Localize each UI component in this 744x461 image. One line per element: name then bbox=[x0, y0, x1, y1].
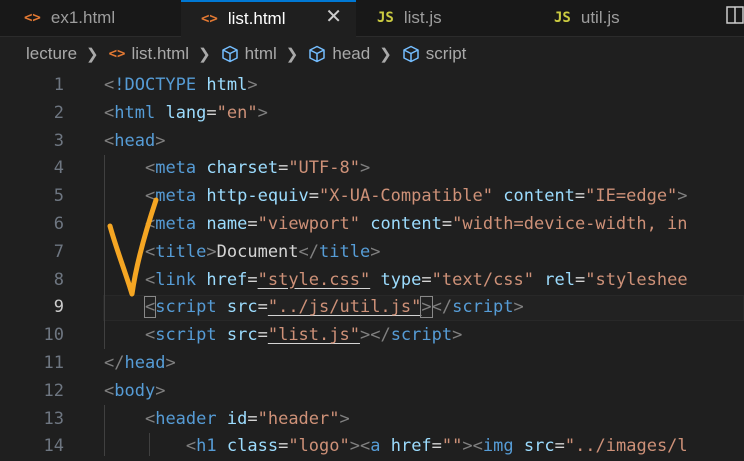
chevron-right-icon: ❯ bbox=[379, 46, 392, 63]
tab-util-js[interactable]: JS util.js bbox=[538, 0, 708, 36]
code-line-5[interactable]: <meta http-equiv="X-UA-Compatible" conte… bbox=[104, 183, 688, 211]
breadcrumb-folder[interactable]: lecture bbox=[26, 44, 77, 64]
code-line-14[interactable]: <h1 class="logo"><a href=""><img src="..… bbox=[104, 433, 688, 461]
breadcrumb-symbol-head[interactable]: head bbox=[332, 44, 370, 64]
html-file-icon: <> bbox=[24, 10, 41, 26]
tab-label: list.html bbox=[227, 8, 286, 28]
code-line-6[interactable]: <meta name="viewport" content="width=dev… bbox=[104, 211, 688, 239]
js-file-icon: JS bbox=[377, 10, 394, 26]
tab-label: util.js bbox=[580, 8, 620, 27]
symbol-cube-icon bbox=[403, 45, 419, 63]
code-line-8[interactable]: <link href="style.css" type="text/css" r… bbox=[104, 267, 688, 295]
chevron-right-icon: ❯ bbox=[86, 46, 99, 63]
js-file-icon: JS bbox=[554, 10, 571, 26]
breadcrumb-symbol-html[interactable]: html bbox=[245, 44, 277, 64]
tab-ex1-html[interactable]: <> ex1.html bbox=[0, 0, 180, 36]
split-editor-icon[interactable] bbox=[724, 4, 744, 26]
html-file-icon: <> bbox=[108, 46, 126, 62]
code-line-1[interactable]: <!DOCTYPE html> bbox=[104, 72, 258, 100]
tab-bar: <> ex1.html <> list.html ✕ JS list.js JS… bbox=[0, 0, 744, 37]
symbol-cube-icon bbox=[309, 45, 326, 63]
code-line-12[interactable]: <body> bbox=[104, 378, 165, 406]
code-line-9[interactable]: <script src="../js/util.js"></script> bbox=[104, 294, 524, 322]
tab-label: ex1.html bbox=[50, 8, 116, 27]
breadcrumb-symbol-script[interactable]: script bbox=[426, 44, 467, 64]
tab-list-js[interactable]: JS list.js bbox=[357, 0, 537, 36]
symbol-cube-icon bbox=[221, 45, 238, 63]
checkmark-annotation-icon bbox=[107, 197, 159, 297]
tab-list-html[interactable]: <> list.html ✕ bbox=[181, 0, 356, 37]
code-line-2[interactable]: <html lang="en"> bbox=[104, 100, 268, 128]
code-line-11[interactable]: </head> bbox=[104, 350, 176, 378]
tab-label: list.js bbox=[403, 8, 442, 27]
close-icon[interactable]: ✕ bbox=[325, 4, 342, 28]
code-line-13[interactable]: <header id="header"> bbox=[104, 406, 350, 434]
breadcrumb-file[interactable]: list.html bbox=[131, 44, 189, 64]
breadcrumb: lecture ❯ <> list.html ❯ html ❯ head ❯ s… bbox=[0, 37, 744, 71]
code-line-3[interactable]: <head> bbox=[104, 128, 165, 156]
chevron-right-icon: ❯ bbox=[198, 46, 211, 63]
code-line-10[interactable]: <script src="list.js"></script> bbox=[104, 322, 462, 350]
chevron-right-icon: ❯ bbox=[285, 46, 299, 63]
code-line-4[interactable]: <meta charset="UTF-8"> bbox=[104, 155, 370, 183]
html-file-icon: <> bbox=[201, 10, 218, 27]
